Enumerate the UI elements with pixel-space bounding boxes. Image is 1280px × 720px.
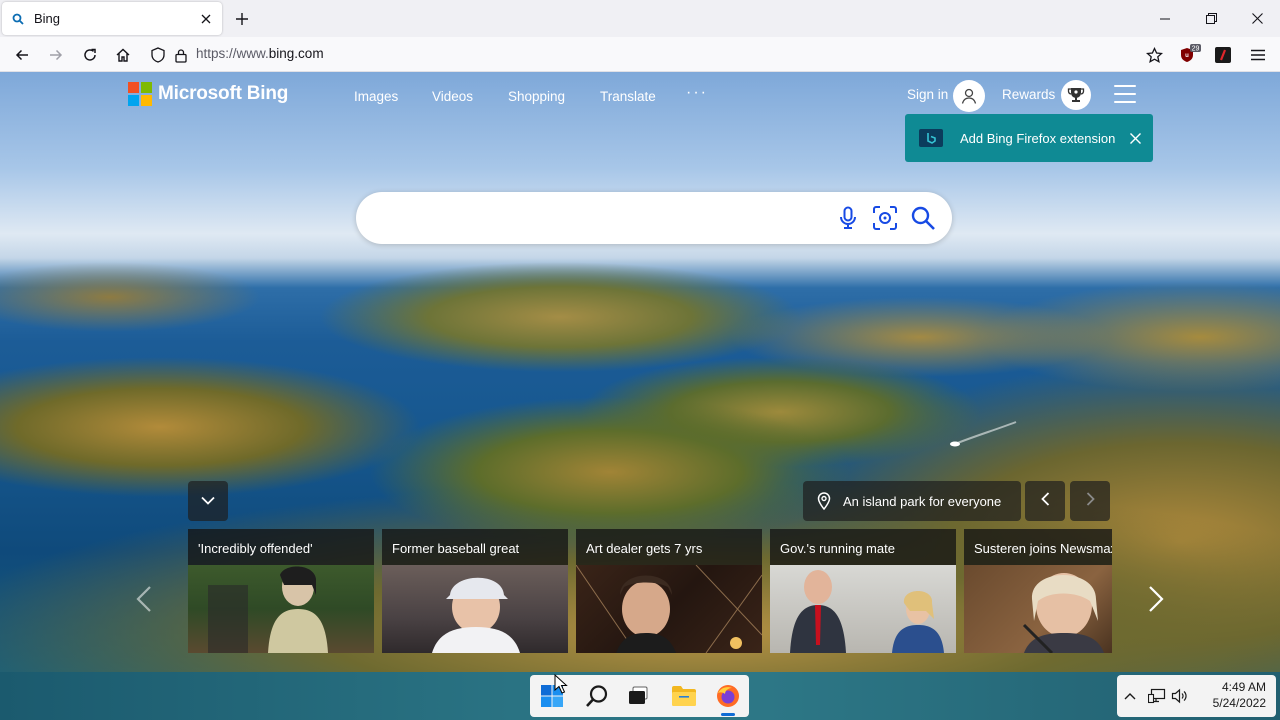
image-caption-text: An island park for everyone — [843, 493, 1002, 509]
clock-date: 5/24/2022 — [1212, 696, 1266, 710]
logo-text: Microsoft Bing — [158, 83, 289, 104]
tab-title: Bing — [34, 11, 61, 26]
close-icon[interactable] — [198, 11, 214, 27]
chevron-down-icon — [201, 492, 215, 510]
svg-text:u: u — [1185, 53, 1189, 59]
back-icon[interactable] — [10, 43, 34, 67]
news-card[interactable]: Gov.'s running mate — [770, 529, 956, 653]
system-tray: 4:49 AM 5/24/2022 — [1117, 675, 1276, 717]
news-card[interactable]: Former baseball great — [382, 529, 568, 653]
news-card[interactable]: Susteren joins Newsmax — [964, 529, 1112, 653]
image-caption[interactable]: An island park for everyone — [803, 481, 1021, 521]
chevron-left-icon — [136, 585, 152, 618]
plus-icon[interactable] — [232, 9, 252, 29]
news-card[interactable]: 'Incredibly offended' — [188, 529, 374, 653]
news-headline: 'Incredibly offended' — [198, 541, 313, 556]
mouse-cursor-icon — [554, 674, 568, 694]
ublock-icon[interactable]: u 29 — [1178, 43, 1202, 67]
news-thumbnail — [770, 565, 956, 653]
menu-icon[interactable] — [1246, 43, 1270, 67]
forward-icon[interactable] — [44, 43, 68, 67]
nav-videos[interactable]: Videos — [432, 89, 473, 104]
extension-badge-count: 29 — [1192, 46, 1200, 53]
rewards-link[interactable]: Rewards — [1002, 87, 1055, 102]
sign-in-link[interactable]: Sign in — [907, 87, 948, 102]
trophy-icon[interactable] — [1061, 80, 1091, 110]
visual-search-icon[interactable] — [871, 204, 899, 232]
star-icon[interactable] — [1142, 43, 1166, 67]
news-headline: Gov.'s running mate — [780, 541, 895, 556]
microsoft-logo-icon — [128, 82, 152, 106]
url-host: bing.com — [268, 46, 324, 61]
chevron-left-icon — [1040, 491, 1050, 511]
chevron-right-icon — [1148, 585, 1164, 618]
chevron-up-icon[interactable] — [1121, 687, 1139, 705]
nav-translate[interactable]: Translate — [600, 89, 656, 104]
search-icon — [10, 11, 26, 27]
chevron-right-icon — [1086, 491, 1095, 511]
nav-images[interactable]: Images — [354, 89, 398, 104]
home-icon[interactable] — [111, 43, 135, 67]
search-submit-icon[interactable] — [909, 204, 937, 232]
active-app-indicator — [721, 713, 735, 716]
task-view-icon[interactable] — [622, 680, 654, 712]
address-bar[interactable]: https://www.bing.com — [196, 46, 324, 61]
bing-logo[interactable]: Microsoft Bing — [128, 82, 288, 106]
news-thumbnail — [188, 565, 374, 653]
news-thumbnail — [576, 565, 762, 653]
microphone-icon[interactable] — [834, 204, 862, 232]
collapse-feed-button[interactable] — [188, 481, 228, 521]
search-input[interactable] — [376, 206, 836, 230]
tab-bing[interactable]: Bing — [2, 2, 222, 35]
more-menu-button[interactable]: ··· — [686, 84, 708, 102]
taskbar-clock[interactable]: 4:49 AM 5/24/2022 — [1213, 679, 1266, 711]
news-card[interactable]: Art dealer gets 7 yrs — [576, 529, 762, 653]
news-thumbnail — [964, 565, 1112, 653]
bing-homepage: Microsoft Bing Images Videos Shopping Tr… — [0, 72, 1280, 672]
map-pin-icon — [817, 492, 831, 510]
minimize-icon[interactable] — [1142, 0, 1188, 37]
taskbar-search-icon[interactable] — [581, 680, 613, 712]
news-headline: Art dealer gets 7 yrs — [586, 541, 703, 556]
firefox-extension-banner[interactable]: Add Bing Firefox extension — [905, 114, 1153, 162]
clock-time: 4:49 AM — [1221, 680, 1266, 694]
news-carousel-prev[interactable] — [134, 585, 154, 617]
boat-wake — [950, 421, 1017, 447]
news-thumbnail — [382, 565, 568, 653]
extension-icon[interactable] — [1211, 43, 1235, 67]
shield-icon[interactable] — [146, 43, 170, 67]
volume-icon[interactable] — [1171, 687, 1189, 705]
close-icon[interactable] — [1127, 130, 1143, 146]
previous-image-button[interactable] — [1025, 481, 1065, 521]
news-carousel-next[interactable] — [1146, 585, 1166, 617]
close-window-icon[interactable] — [1234, 0, 1280, 37]
hamburger-menu-icon[interactable] — [1114, 85, 1136, 103]
network-icon[interactable] — [1148, 687, 1166, 705]
url-scheme: https://www. — [196, 46, 269, 61]
lock-icon[interactable] — [169, 43, 193, 67]
tab-strip: Bing — [0, 0, 1280, 37]
firefox-icon[interactable] — [712, 680, 744, 716]
navigation-toolbar: https://www.bing.com u 29 — [0, 37, 1280, 72]
file-explorer-icon[interactable] — [668, 680, 700, 712]
user-icon[interactable] — [953, 80, 985, 112]
taskbar: 4:49 AM 5/24/2022 — [0, 672, 1280, 720]
nav-shopping[interactable]: Shopping — [508, 89, 565, 104]
banner-text: Add Bing Firefox extension — [960, 130, 1116, 146]
next-image-button[interactable] — [1070, 481, 1110, 521]
search-box — [356, 192, 952, 244]
news-headline: Susteren joins Newsmax — [974, 541, 1112, 556]
reload-icon[interactable] — [78, 43, 102, 67]
news-headline: Former baseball great — [392, 541, 520, 556]
bing-extension-icon — [919, 129, 943, 147]
restore-icon[interactable] — [1188, 0, 1234, 37]
